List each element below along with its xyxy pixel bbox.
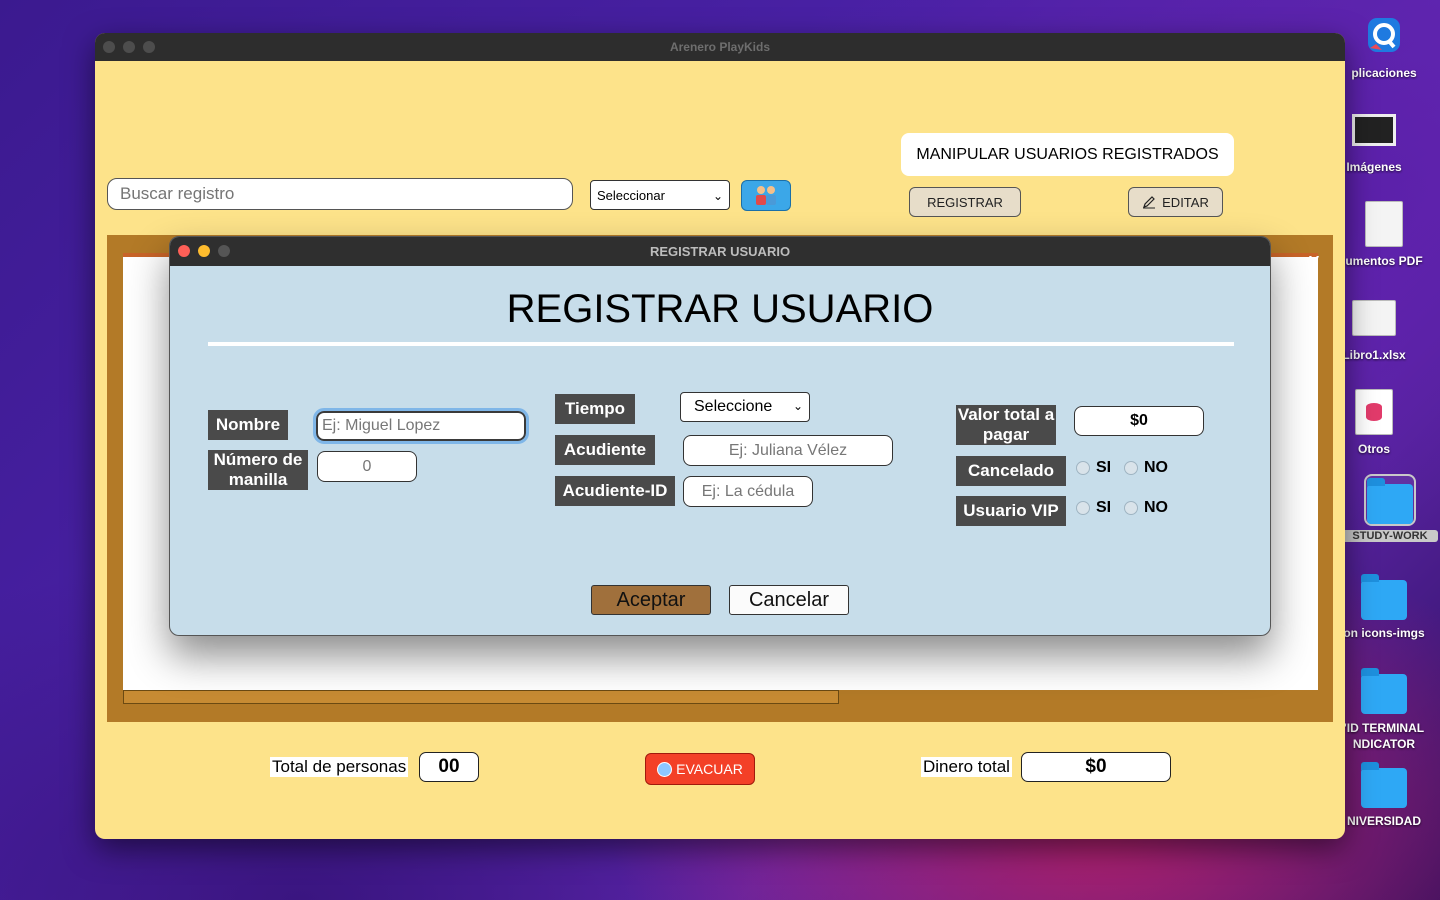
cancelled-label: Cancelado [956, 456, 1066, 486]
cancel-button-label: Cancelar [748, 588, 830, 611]
vip-no-radio[interactable]: NO [1124, 499, 1168, 517]
bracelet-number-input[interactable]: 0 [317, 451, 417, 482]
guardian-id-placeholder: Ej: La cédula [701, 482, 795, 500]
vip-label: Usuario VIP [956, 496, 1066, 526]
register-user-dialog: REGISTRAR USUARIO REGISTRAR USUARIO Nomb… [169, 236, 1271, 636]
dialog-titlebar[interactable]: REGISTRAR USUARIO [170, 237, 1270, 266]
desktop-icon-label: plicaciones [1351, 66, 1417, 80]
desktop-icon-label: STUDY-WORK [1342, 530, 1438, 542]
horizontal-scrollbar[interactable] [123, 690, 839, 704]
total-people-value: 00 [419, 752, 479, 782]
register-button-label: REGISTRAR [927, 194, 1003, 210]
total-to-pay-field: $0 [1074, 406, 1204, 436]
desktop-icon-universidad[interactable]: NIVERSIDAD [1336, 758, 1432, 828]
folder-icon [1358, 664, 1410, 716]
total-to-pay-label: Valor total a pagar [956, 405, 1056, 445]
desktop-icon-label: NIVERSIDAD [1346, 814, 1421, 828]
cancelled-yes-label: SI [1096, 459, 1112, 476]
folder-icon [1358, 570, 1410, 622]
desktop-icon-documentos-pdf[interactable]: umentos PDF [1336, 198, 1432, 268]
guardian-placeholder: Ej: Juliana Vélez [728, 441, 848, 459]
evacuate-button[interactable]: EVACUAR [645, 753, 755, 785]
desktop-icon-icons-imgs[interactable]: on icons-imgs [1336, 570, 1432, 640]
heading-divider [208, 342, 1234, 346]
time-select-value: Seleccione [694, 398, 773, 415]
filter-select[interactable]: Seleccionar ⌄ [590, 180, 730, 210]
children-icon [756, 185, 776, 205]
minimize-dot-icon[interactable] [198, 245, 210, 257]
time-label: Tiempo [555, 394, 635, 424]
radio-circle-icon [1076, 501, 1090, 515]
desktop-icon-terminal-indicator[interactable]: 'ID TERMINAL NDICATOR [1336, 664, 1432, 752]
evacuate-icon [657, 761, 673, 777]
desktop-icon-label: 'ID TERMINAL NDICATOR [1343, 721, 1425, 751]
name-label: Nombre [208, 410, 288, 440]
main-titlebar[interactable]: Arenero PlayKids [95, 33, 1345, 61]
total-people-label: Total de personas [270, 757, 409, 777]
filter-select-value: Seleccionar [597, 187, 665, 203]
close-dot-icon[interactable] [103, 41, 115, 53]
minimize-dot-icon[interactable] [123, 41, 135, 53]
app-launcher-icon [1358, 10, 1410, 62]
pdf-document-icon [1358, 198, 1410, 250]
radio-circle-icon [1124, 461, 1138, 475]
bracelet-label: Número de manilla [208, 450, 308, 490]
cancel-button[interactable]: Cancelar [729, 585, 849, 615]
radio-circle-icon [1124, 501, 1138, 515]
guardian-id-input[interactable]: Ej: La cédula [683, 476, 813, 507]
close-dot-icon[interactable] [178, 245, 190, 257]
desktop-icon-label: on icons-imgs [1343, 626, 1425, 640]
cancelled-yes-radio[interactable]: SI [1076, 459, 1111, 477]
dialog-window-title: REGISTRAR USUARIO [649, 244, 791, 259]
desktop-icon-aplicaciones[interactable]: plicaciones [1336, 10, 1432, 80]
evacuate-button-label: EVACUAR [676, 761, 743, 777]
kids-filter-button[interactable] [741, 180, 791, 211]
cancelled-no-radio[interactable]: NO [1124, 459, 1168, 477]
database-file-icon [1348, 386, 1400, 438]
dialog-heading: REGISTRAR USUARIO [506, 287, 934, 331]
edit-button-label: EDITAR [1162, 194, 1209, 210]
folder-icon [1364, 474, 1416, 526]
name-input[interactable]: Ej: Miguel Lopez [313, 408, 529, 444]
chevron-down-icon: ⌄ [792, 399, 803, 413]
total-to-pay-value: $0 [1130, 412, 1148, 429]
xlsx-document-icon [1348, 292, 1400, 344]
edit-button[interactable]: EDITAR [1128, 187, 1223, 217]
screenshot-thumbnail-icon [1348, 104, 1400, 156]
desktop-icon-study-work[interactable]: STUDY-WORK [1342, 474, 1438, 542]
vip-no-label: NO [1144, 499, 1168, 516]
guardian-input[interactable]: Ej: Juliana Vélez [683, 435, 893, 466]
vip-yes-label: SI [1096, 499, 1112, 516]
pencil-icon [1143, 196, 1156, 209]
window-title: Arenero PlayKids [669, 40, 771, 54]
name-placeholder: Ej: Miguel Lopez [322, 417, 441, 434]
cancelled-no-label: NO [1144, 459, 1168, 476]
maximize-dot-icon[interactable] [143, 41, 155, 53]
folder-icon [1358, 758, 1410, 810]
guardian-id-label: Acudiente-ID [555, 476, 675, 506]
bracelet-value: 0 [362, 457, 372, 475]
vip-yes-radio[interactable]: SI [1076, 499, 1111, 517]
search-input[interactable] [107, 178, 573, 210]
chevron-down-icon: ⌄ [712, 189, 723, 203]
accept-button-label: Aceptar [616, 588, 686, 611]
maximize-dot-icon [218, 245, 230, 257]
total-money-label: Dinero total [921, 757, 1012, 777]
guardian-label: Acudiente [555, 435, 655, 465]
total-money-value: $0 [1021, 752, 1171, 782]
radio-circle-icon [1076, 461, 1090, 475]
records-header-letter: V [1309, 253, 1320, 270]
register-button[interactable]: REGISTRAR [909, 187, 1021, 217]
accept-button[interactable]: Aceptar [591, 585, 711, 615]
time-select[interactable]: Seleccione ⌄ [680, 392, 810, 422]
desktop-icon-label: umentos PDF [1345, 254, 1423, 268]
manage-users-label: MANIPULAR USUARIOS REGISTRADOS [901, 133, 1234, 176]
